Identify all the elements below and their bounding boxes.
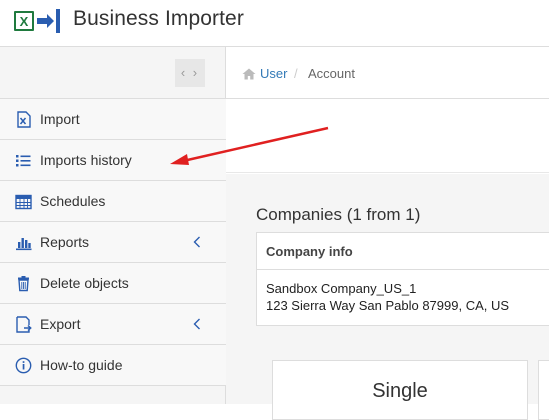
home-icon (242, 68, 256, 80)
list-icon (16, 155, 31, 167)
breadcrumb: User / Account (226, 47, 549, 99)
companies-table: Company info Sandbox Company_US_1 123 Si… (256, 232, 549, 326)
company-address: 123 Sierra Way San Pablo 87999, CA, US (266, 298, 510, 313)
svg-text:X: X (20, 14, 29, 29)
calendar-icon (15, 194, 32, 210)
sidebar-item-label: Reports (40, 234, 90, 250)
company-name: Sandbox Company_US_1 (266, 281, 417, 296)
table-row[interactable]: Sandbox Company_US_1 123 Sierra Way San … (257, 270, 549, 325)
sidebar-item-delete-objects[interactable]: Delete objects (0, 263, 226, 304)
chevron-left-icon (193, 236, 200, 248)
breadcrumb-user-link[interactable]: User (260, 66, 287, 81)
sidebar-nav: Import Imports history Schedules Reports… (0, 98, 226, 386)
plan-card-single[interactable]: Single (272, 360, 528, 420)
breadcrumb-current: Account (308, 66, 355, 81)
trash-icon (18, 276, 29, 292)
sidebar-item-schedules[interactable]: Schedules (0, 181, 226, 222)
sidebar-item-import[interactable]: Import (0, 99, 226, 140)
sidebar-item-imports-history[interactable]: Imports history (0, 140, 226, 181)
sidebar-item-label: Imports history (40, 152, 132, 168)
chevron-left-icon (193, 318, 200, 330)
sidebar-item-export[interactable]: Export (0, 304, 226, 345)
app-title: Business Importer (73, 7, 244, 30)
sidebar-item-how-to-guide[interactable]: How-to guide (0, 345, 226, 386)
column-header-company-info: Company info (257, 233, 549, 270)
sidebar-item-label: Export (40, 316, 81, 332)
sidebar-item-label: Delete objects (40, 275, 129, 291)
export-icon (16, 316, 32, 333)
info-icon (15, 357, 32, 374)
sidebar-collapse-toggle[interactable]: ‹ › (175, 59, 205, 87)
plan-card[interactable] (538, 360, 549, 420)
page-header-area (226, 100, 549, 173)
app-header: X Business Importer (0, 0, 549, 47)
companies-title: Companies (1 from 1) (256, 205, 421, 224)
breadcrumb-separator: / (294, 66, 298, 81)
sidebar-item-label: Import (40, 111, 80, 127)
excel-import-logo-icon: X (14, 9, 60, 33)
sidebar-item-label: Schedules (40, 193, 106, 209)
main-content: Companies (1 from 1) Company info Sandbo… (226, 174, 549, 420)
sidebar-item-reports[interactable]: Reports (0, 222, 226, 263)
sidebar: ‹ › Import Imports history Schedules Rep… (0, 47, 226, 404)
plan-card-title: Single (372, 380, 428, 402)
bar-chart-icon (16, 238, 32, 251)
sidebar-item-label: How-to guide (40, 357, 123, 373)
excel-file-icon (17, 111, 31, 128)
